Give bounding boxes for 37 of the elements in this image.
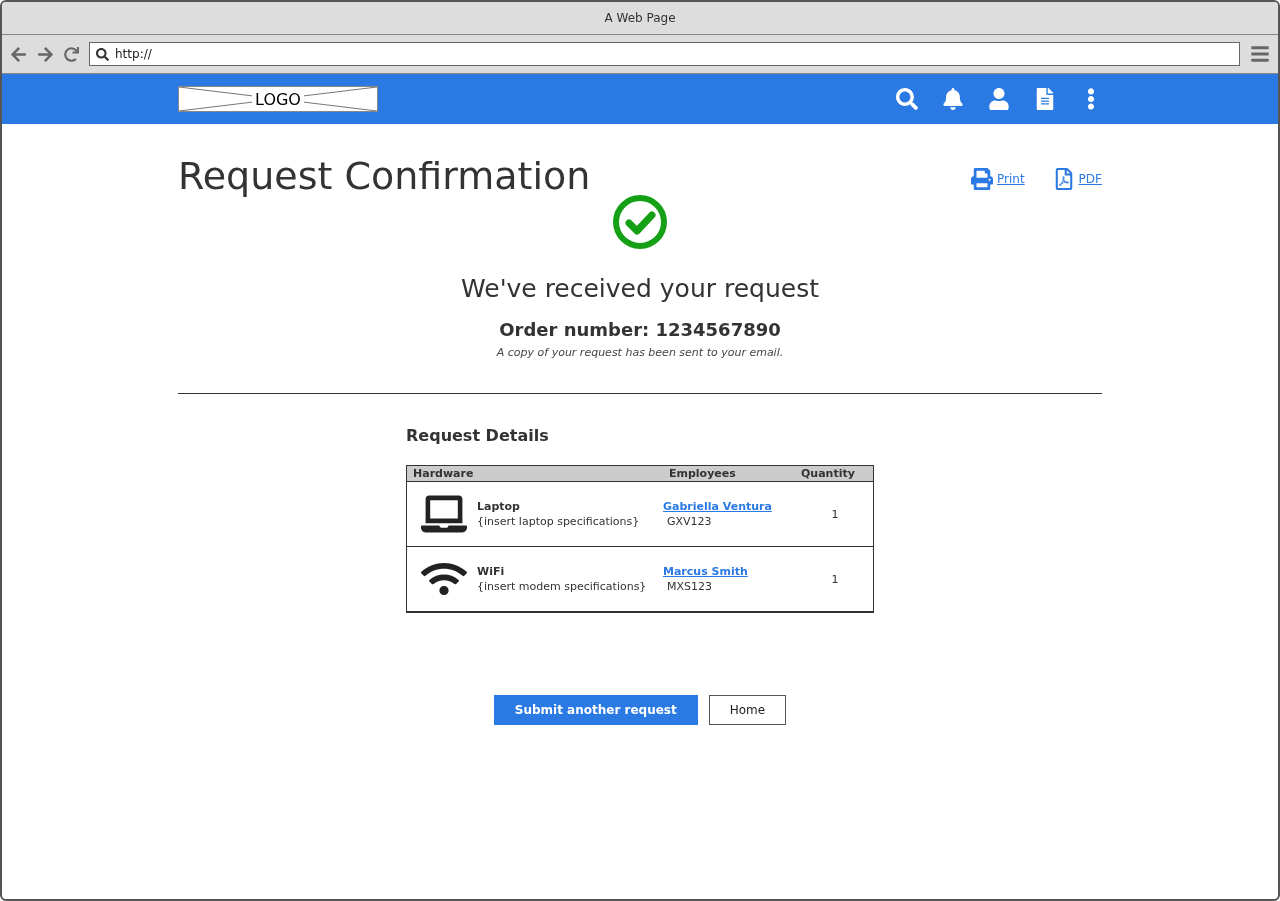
column-header: Quantity: [800, 466, 856, 481]
quantity-cell-text: 1: [830, 507, 840, 521]
pdf-link[interactable]: PDF: [1052, 168, 1102, 190]
printer-icon: [971, 168, 993, 190]
submit-button[interactable]: Submit another request: [493, 695, 698, 725]
hardware-name: WiFi: [477, 565, 506, 578]
column-header: Employees: [668, 466, 737, 481]
search-icon: [96, 47, 109, 61]
document-icon[interactable]: [1034, 88, 1056, 110]
search-icon[interactable]: [896, 88, 918, 110]
print-link[interactable]: Print: [971, 168, 1025, 190]
page-title: Request Confirmation: [178, 154, 591, 198]
success-check-icon: [612, 194, 668, 250]
employee-id: GXV123: [666, 515, 713, 528]
menu-icon[interactable]: [1250, 44, 1270, 64]
column-header: Hardware: [412, 466, 475, 481]
window-title: A Web Page: [604, 11, 676, 25]
back-arrow-icon[interactable]: [10, 45, 27, 63]
employee-link[interactable]: Marcus Smith: [663, 565, 795, 578]
home-button[interactable]: Home: [708, 695, 787, 725]
forward-arrow-icon[interactable]: [37, 45, 54, 63]
confirmation-heading: We've received your request: [461, 274, 819, 303]
user-icon[interactable]: [988, 88, 1010, 110]
bell-icon[interactable]: [942, 88, 964, 110]
employee-link[interactable]: Gabriella Ventura: [663, 500, 795, 513]
reload-icon[interactable]: [64, 46, 79, 62]
hardware-name: Laptop: [477, 500, 521, 513]
section-title: Request Details: [406, 426, 550, 445]
address-text: http://: [115, 47, 152, 61]
hardware-spec: {insert modem specifications}: [477, 580, 647, 593]
logo-placeholder[interactable]: LOGO: [178, 86, 378, 112]
order-number: Order number: 1234567890: [499, 319, 781, 340]
address-field[interactable]: http://: [89, 42, 1240, 66]
quantity-cell-text: 1: [830, 572, 840, 586]
email-note: A copy of your request has been sent to your email.: [496, 346, 784, 359]
hardware-spec: {insert laptop specifications}: [477, 515, 640, 528]
employee-id: MXS123: [666, 580, 713, 593]
